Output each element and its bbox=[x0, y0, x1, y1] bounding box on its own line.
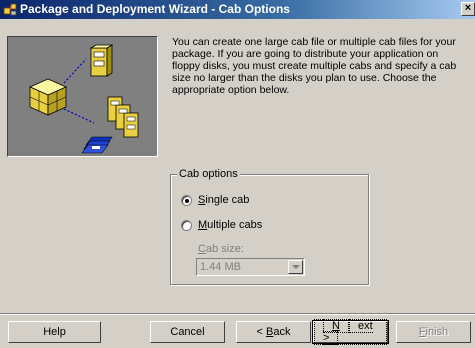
title-bar[interactable]: Package and Deployment Wizard - Cab Opti… bbox=[0, 0, 475, 19]
close-icon: × bbox=[464, 2, 472, 14]
description-text: You can create one large cab file or mul… bbox=[172, 36, 457, 96]
chevron-down-icon bbox=[292, 265, 300, 269]
single-cab-radio[interactable]: Single cab bbox=[181, 193, 351, 207]
single-cab-icon bbox=[89, 44, 114, 77]
wizard-illustration bbox=[7, 36, 158, 157]
button-separator bbox=[0, 313, 475, 315]
next-button[interactable]: Next > bbox=[312, 319, 389, 345]
cab-size-value: 1.44 MB bbox=[200, 261, 241, 273]
single-cab-label: Single cab bbox=[198, 194, 250, 206]
package-cube-icon bbox=[29, 78, 67, 116]
multiple-cabs-radio[interactable]: Multiple cabs bbox=[181, 218, 351, 232]
back-button[interactable]: < Back bbox=[236, 321, 311, 343]
radio-button-icon bbox=[181, 219, 192, 231]
close-button[interactable]: × bbox=[461, 2, 475, 16]
dropdown-button[interactable] bbox=[288, 260, 303, 274]
radio-button-icon bbox=[181, 194, 192, 206]
cab-size-select[interactable]: 1.44 MB bbox=[196, 258, 305, 276]
multiple-cabs-icon bbox=[107, 96, 139, 138]
window-title: Package and Deployment Wizard - Cab Opti… bbox=[20, 2, 290, 16]
cab-files-illustration bbox=[29, 44, 139, 154]
cab-options-group: Cab options Single cab Multiple cabs Cab… bbox=[170, 168, 369, 285]
help-button[interactable]: Help bbox=[8, 321, 101, 343]
cab-options-label: Cab options bbox=[177, 168, 240, 180]
package-wizard-icon bbox=[3, 3, 17, 16]
cancel-button[interactable]: Cancel bbox=[150, 321, 225, 343]
multiple-cabs-label: Multiple cabs bbox=[198, 219, 263, 231]
floppy-disks-icon bbox=[81, 136, 113, 154]
cab-size-label: Cab size: bbox=[198, 243, 244, 255]
finish-button[interactable]: Finish bbox=[396, 321, 471, 343]
radio-selected-dot bbox=[185, 198, 189, 203]
